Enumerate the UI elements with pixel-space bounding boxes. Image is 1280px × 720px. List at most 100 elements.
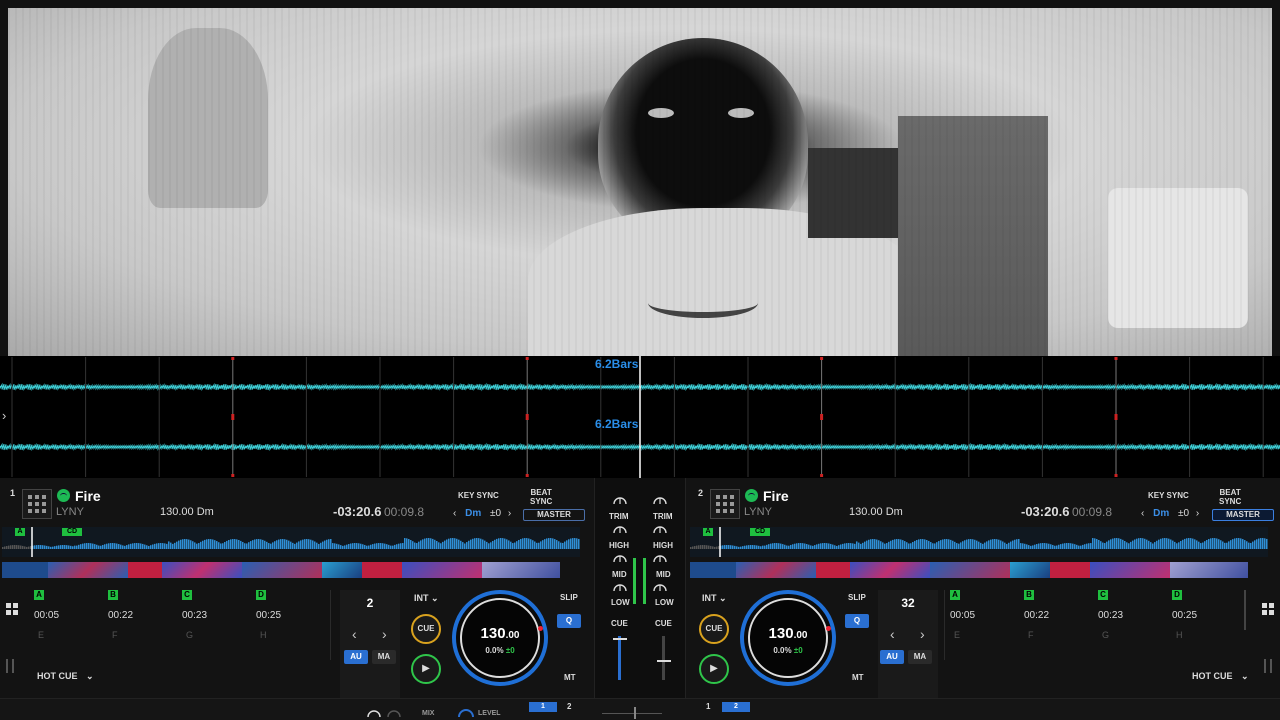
jog-wheel[interactable]: 130.00 0.0% ±0 — [452, 590, 548, 686]
panel-handle-icon[interactable] — [1264, 659, 1272, 673]
cue-button[interactable]: CUE — [699, 614, 729, 644]
overview-bar — [1052, 544, 1054, 549]
master-button[interactable]: MASTER — [1212, 509, 1274, 521]
key-control[interactable]: ‹ Dm ±0 › — [1141, 508, 1199, 519]
key-next-icon[interactable]: › — [508, 508, 511, 519]
int-select[interactable]: INT ⌄ — [702, 593, 727, 604]
loop-halve-icon[interactable]: ‹ — [352, 626, 357, 642]
loop-double-icon[interactable]: › — [382, 626, 387, 642]
level-knob-icon[interactable] — [456, 699, 476, 720]
overview-bar — [972, 539, 974, 549]
key-prev-icon[interactable]: ‹ — [1141, 508, 1144, 519]
overview-bar — [342, 545, 344, 549]
pad-mode-grid-icon[interactable] — [1262, 603, 1274, 615]
beat-marker — [820, 474, 824, 477]
loop-halve-icon[interactable]: ‹ — [890, 626, 895, 642]
waveform-panel[interactable]: 6.2Bars 6.2Bars › — [0, 356, 1280, 478]
overview-bar — [992, 539, 994, 549]
key-sync-label[interactable]: KEY SYNC — [1148, 491, 1189, 500]
overview-cue-cd[interactable]: CD — [750, 528, 770, 536]
low-label-left: LOW — [611, 598, 630, 607]
beat-sync-label[interactable]: BEAT SYNC — [1219, 488, 1241, 506]
track-bpm-key: 130.00 Dm — [160, 506, 214, 518]
cue-label-left[interactable]: CUE — [611, 619, 628, 628]
hot-cue-pad-f[interactable]: F — [112, 628, 184, 658]
jog-wheel-center[interactable]: 130.00 0.0% ±0 — [748, 598, 828, 678]
overview-bar — [60, 545, 62, 549]
overview-bar — [764, 545, 766, 549]
output-number-1-right[interactable]: 1 — [706, 702, 710, 711]
expand-arrow-icon[interactable]: › — [2, 408, 6, 423]
master-button[interactable]: MASTER — [523, 509, 585, 521]
key-control[interactable]: ‹ Dm ±0 › — [453, 508, 511, 519]
auto-loop-button[interactable]: AU — [344, 650, 368, 664]
key-next-icon[interactable]: › — [1196, 508, 1199, 519]
slip-button[interactable]: SLIP — [848, 593, 866, 602]
loop-double-icon[interactable]: › — [920, 626, 925, 642]
waveform-display[interactable] — [0, 356, 1280, 478]
fader-cap-left[interactable] — [613, 638, 627, 640]
time-remaining[interactable]: -03:20.6 — [1021, 504, 1069, 519]
overview-bar — [360, 543, 362, 549]
beat-marker — [820, 417, 824, 420]
channel-fader-right[interactable] — [662, 636, 665, 680]
track-overview[interactable]: A CD — [2, 527, 580, 557]
master-tempo-button[interactable]: MT — [852, 673, 864, 682]
track-overview[interactable]: A CD — [690, 527, 1268, 557]
hot-cue-pad-g[interactable]: G — [1102, 628, 1174, 658]
overview-bar — [264, 540, 266, 549]
hot-cue-pad-f[interactable]: F — [1028, 628, 1100, 658]
pad-mode-grid-icon[interactable] — [6, 603, 18, 615]
time-remaining[interactable]: -03:20.6 — [333, 504, 381, 519]
overview-bar — [72, 546, 74, 549]
overview-cue-cd[interactable]: CD — [62, 528, 82, 536]
output-button-1[interactable]: 1 — [529, 702, 557, 712]
overview-cue-a[interactable]: A — [15, 528, 25, 536]
quantize-button[interactable]: Q — [845, 614, 869, 628]
overview-bar — [1156, 540, 1158, 549]
overview-bar — [1108, 540, 1110, 549]
panel-handle-icon[interactable] — [6, 659, 14, 673]
hot-cue-pad-h[interactable]: H — [260, 628, 332, 658]
beat-sync-label[interactable]: BEAT SYNC — [530, 488, 552, 506]
headphone-knob-icon[interactable] — [362, 699, 402, 720]
output-number-2[interactable]: 2 — [567, 702, 571, 711]
key-prev-icon[interactable]: ‹ — [453, 508, 456, 519]
crossfader-handle[interactable] — [634, 707, 636, 719]
cue-label-right[interactable]: CUE — [655, 619, 672, 628]
loop-size[interactable]: 32 — [878, 596, 938, 610]
jog-wheel[interactable]: 130.00 0.0% ±0 — [740, 590, 836, 686]
hot-cue-pad-g[interactable]: G — [186, 628, 258, 658]
overview-bar — [1000, 540, 1002, 549]
output-button-2-right[interactable]: 2 — [722, 702, 750, 712]
hot-cue-pad-h[interactable]: H — [1176, 628, 1248, 658]
overview-bar — [80, 544, 82, 549]
int-select[interactable]: INT ⌄ — [414, 593, 439, 604]
key-sync-label[interactable]: KEY SYNC — [458, 491, 499, 500]
overview-bar — [1232, 539, 1234, 549]
play-button[interactable]: ▶ — [411, 654, 441, 684]
hot-cue-mode-select[interactable]: HOT CUE ⌄ — [1192, 671, 1249, 682]
overview-bar — [132, 543, 134, 549]
cue-button[interactable]: CUE — [411, 614, 441, 644]
hot-cue-pad-e[interactable]: E — [38, 628, 110, 658]
hot-cue-pad-e[interactable]: E — [954, 628, 1026, 658]
overview-bar — [82, 543, 84, 549]
overview-bar — [98, 545, 100, 549]
play-button[interactable]: ▶ — [699, 654, 729, 684]
loop-size[interactable]: 2 — [340, 596, 400, 610]
quantize-button[interactable]: Q — [557, 614, 581, 628]
manual-loop-button[interactable]: MA — [372, 650, 396, 664]
channel-fader-left[interactable] — [618, 636, 621, 680]
scroll-indicator[interactable] — [1244, 590, 1246, 630]
manual-loop-button[interactable]: MA — [908, 650, 932, 664]
crossfader-track[interactable] — [602, 713, 662, 714]
slip-button[interactable]: SLIP — [560, 593, 578, 602]
overview-cue-a[interactable]: A — [703, 528, 713, 536]
jog-wheel-center[interactable]: 130.00 0.0% ±0 — [460, 598, 540, 678]
fader-cap-right[interactable] — [657, 660, 671, 662]
hot-cue-mode-select[interactable]: HOT CUE ⌄ — [37, 671, 94, 682]
auto-loop-button[interactable]: AU — [880, 650, 904, 664]
track-artist: LYNY — [56, 506, 84, 518]
master-tempo-button[interactable]: MT — [564, 673, 576, 682]
